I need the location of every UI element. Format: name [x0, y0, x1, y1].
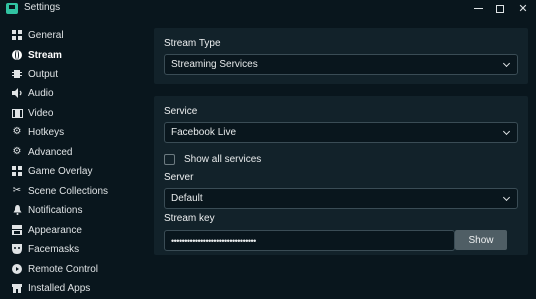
grid-icon	[11, 29, 23, 41]
bell-icon	[11, 204, 23, 216]
sidebar-item-scene-collections[interactable]: ✂ Scene Collections	[0, 182, 140, 200]
server-value: Default	[171, 193, 203, 204]
sidebar-item-output[interactable]: Output	[0, 65, 140, 83]
gear-icon: ⚙	[12, 126, 22, 137]
sidebar-item-label: Facemasks	[28, 243, 80, 255]
sidebar-item-label: Advanced	[28, 146, 73, 158]
sidebar-item-video[interactable]: Video	[0, 104, 140, 122]
chevron-down-icon	[501, 193, 511, 204]
sidebar-item-stream[interactable]: Stream	[0, 46, 140, 64]
sidebar-item-label: Remote Control	[28, 263, 99, 275]
layers-icon	[11, 224, 23, 236]
server-select[interactable]: Default	[164, 188, 518, 209]
sidebar-item-installed-apps[interactable]: Installed Apps	[0, 279, 140, 297]
close-icon: ✕	[518, 3, 528, 15]
window-title: Settings	[24, 2, 61, 13]
service-value: Facebook Live	[171, 127, 237, 138]
sidebar-item-label: Video	[28, 107, 54, 119]
sidebar-item-advanced[interactable]: ⚙ Advanced	[0, 143, 140, 161]
sidebar-item-audio[interactable]: Audio	[0, 84, 140, 102]
globe-icon	[11, 49, 23, 61]
chevron-down-icon	[501, 127, 511, 138]
sidebar-item-label: Audio	[28, 87, 54, 99]
show-key-button[interactable]: Show	[455, 230, 507, 250]
output-icon	[11, 68, 23, 80]
gears-icon: ⚙	[12, 146, 22, 157]
checkbox-box[interactable]	[164, 154, 175, 165]
store-icon	[11, 282, 23, 294]
overlay-icon	[11, 165, 23, 177]
service-select[interactable]: Facebook Live	[164, 122, 518, 143]
sidebar-item-game-overlay[interactable]: Game Overlay	[0, 162, 140, 180]
service-panel: Service Facebook Live Show all services …	[154, 96, 528, 255]
film-icon	[11, 107, 23, 119]
close-button[interactable]: ✕	[513, 0, 533, 17]
sidebar-item-label: Stream	[28, 49, 62, 61]
maximize-icon	[496, 4, 504, 13]
settings-sidebar: General Stream Output Audio Video ⚙ Hotk…	[0, 25, 140, 299]
stream-key-label: Stream key	[164, 213, 215, 224]
show-all-services-checkbox[interactable]: Show all services	[164, 154, 261, 165]
stream-key-value: ••••••••••••••••••••••••••••••••	[171, 235, 256, 246]
stream-key-input[interactable]: ••••••••••••••••••••••••••••••••	[164, 230, 455, 251]
service-label: Service	[164, 106, 198, 117]
show-all-services-label: Show all services	[184, 154, 262, 165]
sidebar-item-label: Installed Apps	[28, 282, 91, 294]
sidebar-item-hotkeys[interactable]: ⚙ Hotkeys	[0, 123, 140, 141]
sidebar-item-label: Scene Collections	[28, 185, 109, 197]
sidebar-item-label: Game Overlay	[28, 165, 93, 177]
mask-icon	[11, 243, 23, 255]
maximize-button[interactable]	[490, 0, 510, 17]
stream-type-label: Stream Type	[164, 38, 221, 49]
sidebar-item-appearance[interactable]: Appearance	[0, 221, 140, 239]
sidebar-item-remote-control[interactable]: Remote Control	[0, 260, 140, 278]
sidebar-item-label: Notifications	[28, 204, 83, 216]
minimize-button[interactable]	[468, 0, 488, 17]
sidebar-item-label: Output	[28, 68, 59, 80]
stream-type-value: Streaming Services	[171, 59, 258, 70]
sidebar-item-label: General	[28, 29, 64, 41]
sidebar-item-general[interactable]: General	[0, 26, 140, 44]
stream-type-select[interactable]: Streaming Services	[164, 54, 518, 75]
sidebar-item-label: Hotkeys	[28, 126, 65, 138]
stream-type-panel: Stream Type Streaming Services	[154, 28, 528, 84]
speaker-icon	[11, 87, 23, 99]
server-label: Server	[164, 172, 194, 183]
minimize-icon	[473, 8, 483, 9]
tools-icon: ✂	[12, 185, 22, 196]
title-bar: Settings ✕	[0, 0, 536, 17]
app-logo-icon	[6, 3, 18, 14]
chevron-down-icon	[501, 59, 511, 70]
sidebar-item-label: Appearance	[28, 224, 82, 236]
sidebar-item-facemasks[interactable]: Facemasks	[0, 240, 140, 258]
sidebar-item-notifications[interactable]: Notifications	[0, 201, 140, 219]
remote-icon	[11, 263, 23, 275]
